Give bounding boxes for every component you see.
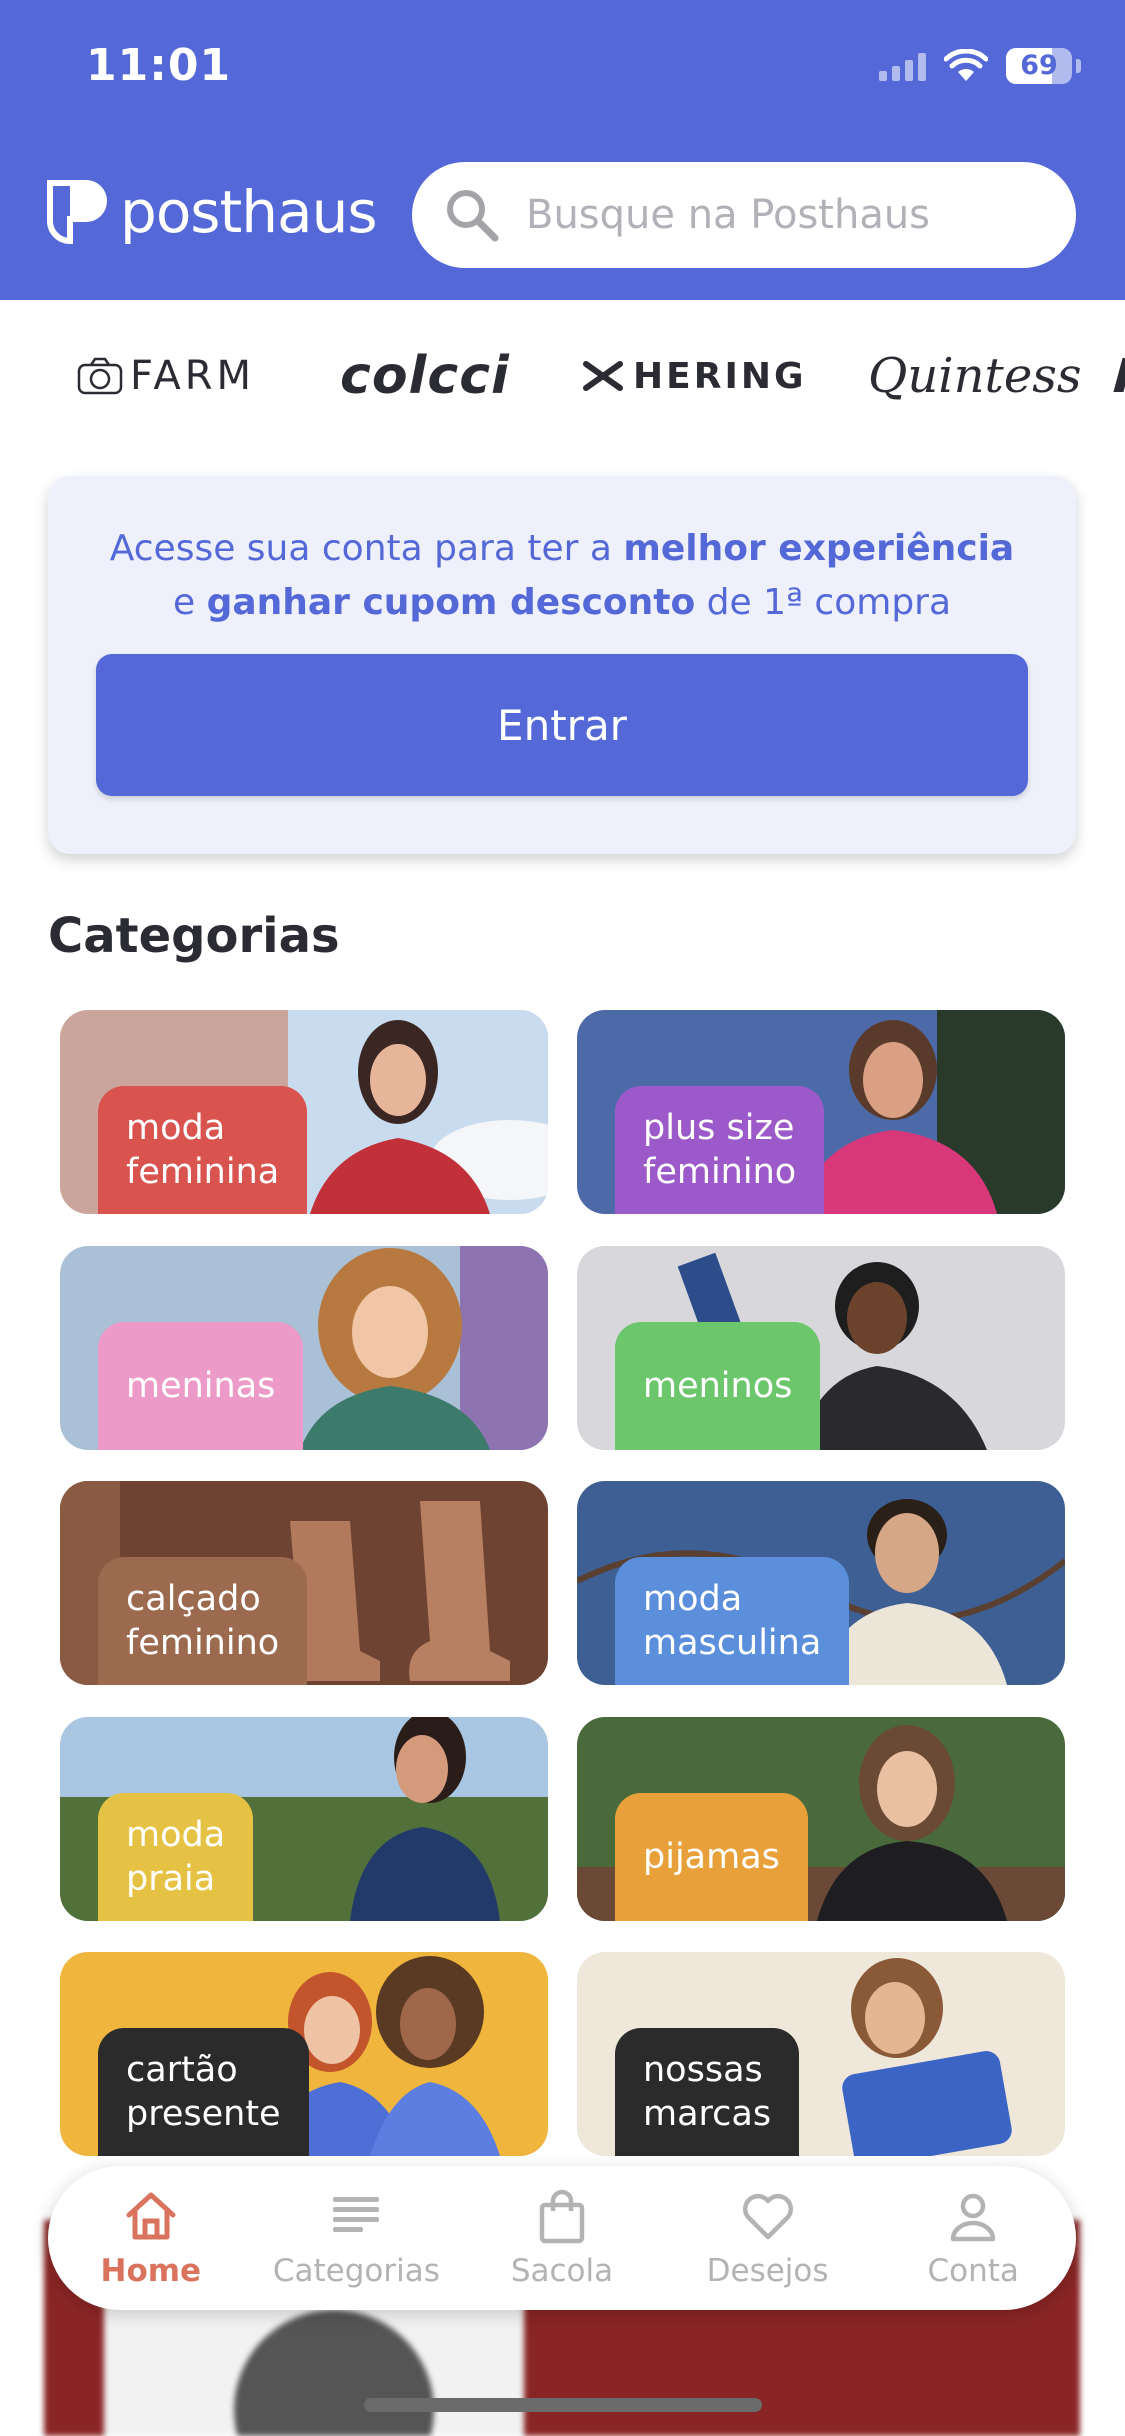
battery-icon: 69 — [1006, 48, 1072, 84]
posthaus-logo[interactable]: posthaus — [46, 178, 378, 246]
category-cartao-presente[interactable]: cartão presente — [60, 1952, 548, 2156]
status-icons: 69 — [879, 44, 1081, 88]
category-label: meninas — [98, 1322, 304, 1450]
category-calcado-feminino[interactable]: calçado feminino — [60, 1481, 548, 1685]
hering-fish-icon — [583, 361, 623, 391]
search-input[interactable]: Busque na Posthaus — [412, 162, 1076, 268]
nav-conta-label: Conta — [927, 2253, 1019, 2289]
brand-farm[interactable]: FARM — [76, 348, 255, 404]
search-icon — [447, 190, 499, 242]
nav-sacola[interactable]: Sacola — [459, 2166, 665, 2310]
brand-next-partial[interactable] — [1113, 358, 1125, 392]
category-nossas-marcas[interactable]: nossas marcas — [577, 1952, 1065, 2156]
category-label: cartão presente — [98, 2028, 309, 2156]
category-label: plus size feminino — [615, 1086, 825, 1214]
category-label: calçado feminino — [98, 1557, 308, 1685]
login-button[interactable]: Entrar — [96, 654, 1028, 796]
logo-icon — [47, 180, 107, 245]
nav-home-label: Home — [100, 2253, 202, 2289]
category-moda-feminina[interactable]: moda feminina — [60, 1010, 548, 1214]
category-plus-size-feminino[interactable]: plus size feminino — [577, 1010, 1065, 1214]
nav-desejos[interactable]: Desejos — [665, 2166, 871, 2310]
category-pijamas[interactable]: pijamas — [577, 1717, 1065, 1921]
login-message: Acesse sua conta para ter a melhor exper… — [109, 528, 1015, 623]
farm-camera-icon — [77, 357, 123, 395]
nav-categorias-label: Categorias — [272, 2253, 440, 2289]
nav-conta[interactable]: Conta — [870, 2166, 1076, 2310]
category-meninos[interactable]: meninos — [577, 1246, 1065, 1450]
wifi-icon — [944, 49, 988, 81]
category-label: nossas marcas — [615, 2028, 800, 2156]
brand-carousel[interactable]: FARM colcci HERING Quintess — [0, 300, 1125, 450]
app-header: 11:01 69 posthaus Busque na Posthaus — [0, 0, 1125, 300]
user-icon — [950, 2193, 996, 2242]
home-indicator[interactable] — [364, 2398, 762, 2412]
bag-icon — [539, 2189, 585, 2244]
list-icon — [333, 2197, 380, 2232]
heart-icon — [742, 2193, 793, 2240]
logo-text: posthaus — [120, 178, 378, 246]
login-prompt-card: Acesse sua conta para ter a melhor exper… — [48, 476, 1076, 854]
category-label: moda masculina — [615, 1557, 850, 1685]
category-moda-praia[interactable]: moda praia — [60, 1717, 548, 1921]
cellular-signal-icon — [879, 51, 926, 81]
nav-desejos-label: Desejos — [706, 2253, 829, 2289]
nav-sacola-label: Sacola — [510, 2253, 614, 2289]
battery-tip — [1076, 59, 1081, 73]
category-label: pijamas — [615, 1793, 808, 1921]
category-label: meninos — [615, 1322, 821, 1450]
category-label: moda praia — [98, 1793, 254, 1921]
battery-percent: 69 — [1020, 50, 1058, 81]
home-icon — [126, 2192, 176, 2240]
category-label: moda feminina — [98, 1086, 308, 1214]
brand-quintess[interactable]: Quintess — [868, 348, 1082, 404]
brand-colcci[interactable]: colcci — [340, 346, 510, 406]
category-meninas[interactable]: meninas — [60, 1246, 548, 1450]
brand-hering[interactable]: HERING — [583, 348, 807, 404]
status-time: 11:01 — [86, 40, 232, 91]
categories-title: Categorias — [48, 908, 340, 964]
search-placeholder: Busque na Posthaus — [526, 192, 931, 238]
nav-categorias[interactable]: Categorias — [254, 2166, 460, 2310]
nav-home[interactable]: Home — [48, 2166, 254, 2310]
bottom-navigation: Home Categorias Sacola Desejos Conta — [48, 2166, 1076, 2310]
category-moda-masculina[interactable]: moda masculina — [577, 1481, 1065, 1685]
